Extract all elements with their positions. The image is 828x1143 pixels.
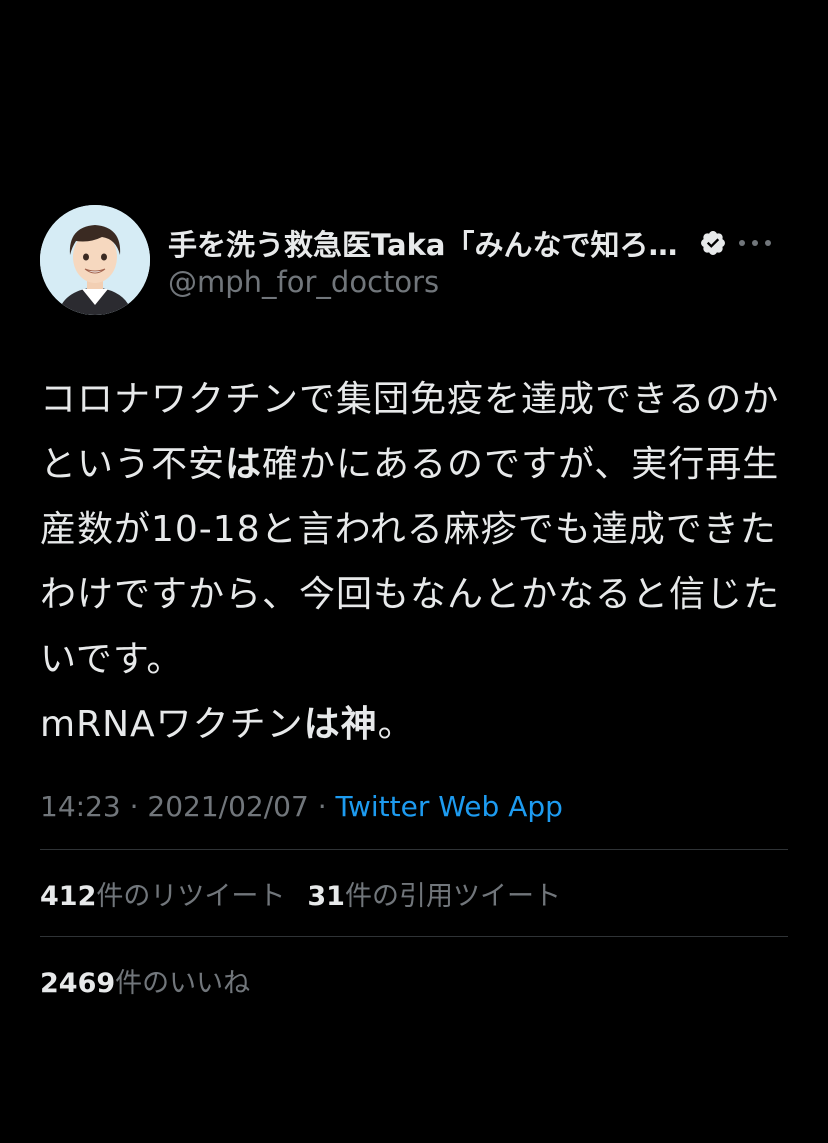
display-name[interactable]: 手を洗う救急医Taka「みんなで知ろ… (168, 222, 677, 264)
likes-count: 2469 (40, 967, 116, 999)
dot (739, 240, 746, 246)
tweet-time[interactable]: 14:23 (40, 790, 121, 823)
avatar[interactable] (40, 205, 150, 315)
meta-separator: · (120, 790, 148, 823)
tweet-header: 手を洗う救急医Taka「みんなで知ろ… @mph_for_doctors (40, 205, 788, 317)
tweet-source-link[interactable]: Twitter Web App (336, 790, 563, 823)
retweets-stat[interactable]: 412件のリツイート (40, 874, 285, 913)
tweet-text-bold: は神 (303, 704, 378, 745)
tweet-text: コロナワクチンで集団免疫を達成できるのかという不安は確かにあるのですが、実行再生… (40, 367, 788, 757)
retweet-stats-row: 412件のリツイート 31件の引用ツイート (40, 850, 788, 936)
likes-stats-row: 2469件のいいね (40, 937, 788, 1023)
tweet-text-part: 。 (377, 704, 415, 745)
quotes-stat[interactable]: 31件の引用ツイート (307, 874, 561, 913)
quotes-label: 件の引用ツイート (344, 880, 561, 912)
quotes-count: 31 (307, 880, 345, 912)
retweets-label: 件のリツイート (96, 880, 286, 912)
meta-separator: · (308, 790, 336, 823)
tweet-text-bold: は (225, 444, 263, 485)
tweet-meta: 14:23 · 2021/02/07 · Twitter Web App (40, 785, 788, 829)
avatar-illustration (40, 205, 150, 315)
user-handle[interactable]: @mph_for_doctors (168, 265, 439, 299)
tweet: 手を洗う救急医Taka「みんなで知ろ… @mph_for_doctors コロナ… (40, 205, 788, 1023)
tweet-date[interactable]: 2021/02/07 (147, 790, 308, 823)
name-row: 手を洗う救急医Taka「みんなで知ろ… (168, 223, 788, 263)
likes-label: 件のいいね (115, 967, 251, 999)
dot (752, 240, 759, 246)
tweet-text-part: 確かにあるのですが、実行再生産数が10-18と言われる麻疹でも達成できたわけです… (40, 444, 781, 745)
likes-stat[interactable]: 2469件のいいね (40, 961, 250, 1000)
verified-badge-icon (701, 231, 726, 255)
dot (765, 240, 772, 246)
retweets-count: 412 (40, 880, 97, 912)
more-horizontal-icon[interactable] (739, 238, 772, 248)
